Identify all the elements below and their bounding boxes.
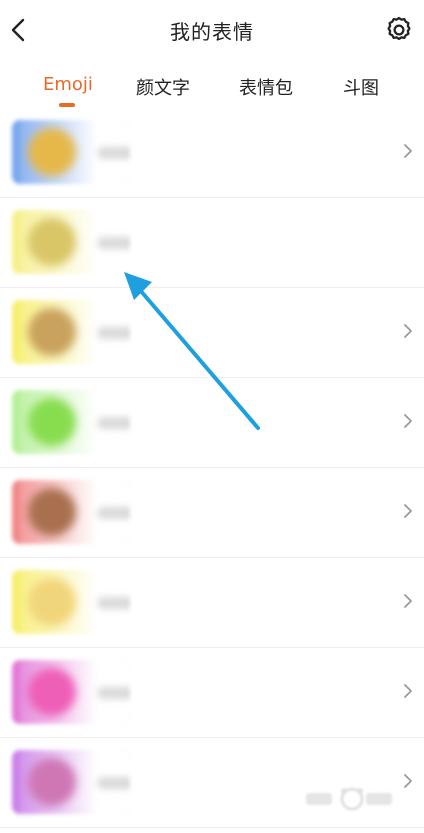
blurred-label (98, 327, 130, 339)
thumbnail-edge (12, 120, 20, 184)
emoji-icon (28, 128, 76, 176)
thumbnail-edge (12, 660, 20, 724)
emoji-thumbnail (12, 570, 130, 634)
list-item[interactable] (0, 738, 424, 828)
emoji-thumbnail (12, 300, 130, 364)
watermark-logo (306, 787, 392, 811)
blurred-label (98, 507, 130, 519)
tab-emoji[interactable]: Emoji (43, 74, 93, 95)
chevron-right-icon (404, 684, 412, 698)
emoji-thumbnail (12, 210, 130, 274)
tab-kaomoji[interactable]: 颜文字 (136, 74, 190, 100)
list-item[interactable] (0, 288, 424, 378)
emoji-icon (28, 668, 76, 716)
chevron-right-icon (404, 504, 412, 518)
emoji-thumbnail (12, 660, 130, 724)
chevron-right-icon (404, 774, 412, 788)
thumbnail-edge (12, 300, 20, 364)
list-item[interactable] (0, 468, 424, 558)
list-item[interactable] (0, 558, 424, 648)
emoji-icon (28, 758, 76, 806)
emoji-thumbnail (12, 750, 130, 814)
list-item[interactable] (0, 198, 424, 288)
thumbnail-edge (12, 210, 20, 274)
blurred-label (98, 237, 130, 249)
emoji-icon (28, 308, 76, 356)
list-item[interactable] (0, 648, 424, 738)
list-item[interactable] (0, 378, 424, 468)
emoji-icon (28, 488, 76, 536)
chevron-right-icon (404, 594, 412, 608)
thumbnail-edge (12, 570, 20, 634)
emoji-thumbnail (12, 390, 130, 454)
thumbnail-edge (12, 750, 20, 814)
thumbnail-edge (12, 390, 20, 454)
chevron-right-icon (404, 144, 412, 158)
blurred-label (98, 417, 130, 429)
active-tab-indicator (59, 103, 75, 107)
chevron-right-icon (404, 414, 412, 428)
thumbnail-edge (12, 480, 20, 544)
blurred-label (98, 597, 130, 609)
blurred-label (98, 777, 130, 789)
emoji-icon (28, 578, 76, 626)
blurred-label (98, 147, 130, 159)
app-header: 我的表情 (0, 0, 424, 62)
blurred-label (98, 687, 130, 699)
emoji-thumbnail (12, 480, 130, 544)
emoji-icon (28, 398, 76, 446)
tab-meme-battle[interactable]: 斗图 (343, 74, 379, 100)
chevron-right-icon (404, 324, 412, 338)
emoji-icon (28, 218, 76, 266)
tab-sticker-packs[interactable]: 表情包 (239, 74, 293, 100)
emoji-thumbnail (12, 120, 130, 184)
page-title: 我的表情 (170, 20, 254, 44)
emoji-collection-list (0, 108, 424, 828)
list-item[interactable] (0, 108, 424, 198)
gear-icon[interactable] (384, 14, 414, 46)
